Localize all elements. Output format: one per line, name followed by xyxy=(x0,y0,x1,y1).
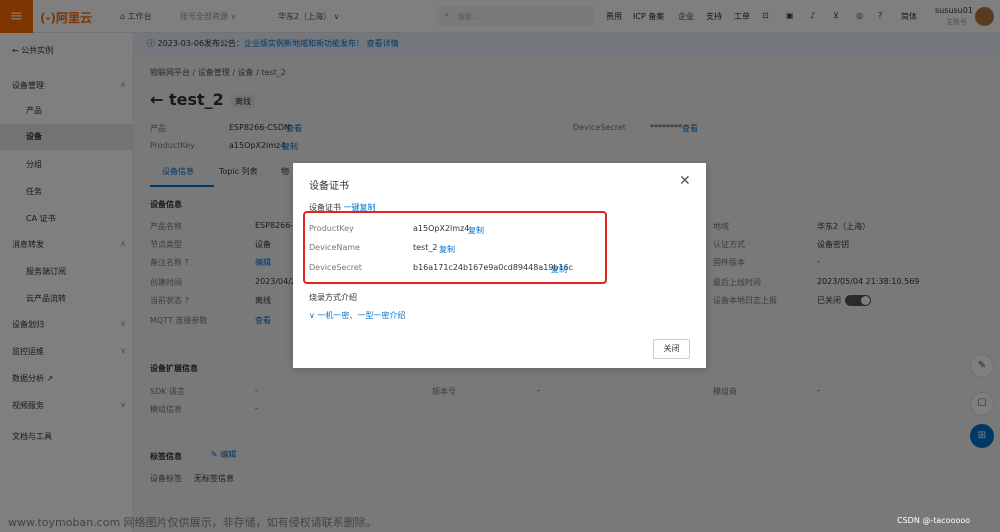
modal-ds-label: DeviceSecret xyxy=(309,263,362,272)
modal-ds-value: b16a171c24b167e9a0cd89448a19b16c xyxy=(413,263,574,272)
modal-title: 设备证书 xyxy=(309,181,349,192)
certificate-modal: 设备证书 ✕ 设备证书 一键复制 ProductKey a15OpX2lmz4 … xyxy=(293,163,706,368)
modal-pk-copy[interactable]: 复制 xyxy=(468,225,484,236)
burn-method-title: 烧录方式介绍 xyxy=(309,293,357,302)
modal-ds-copy[interactable]: 复制 xyxy=(551,264,567,275)
modal-pk-label: ProductKey xyxy=(309,224,354,233)
close-button[interactable]: 关闭 xyxy=(653,339,690,359)
close-icon[interactable]: ✕ xyxy=(679,173,691,189)
credit: CSDN @-tacooooo xyxy=(897,516,971,525)
modal-pk-value: a15OpX2lmz4 xyxy=(413,224,470,233)
watermark: www.toymoban.com 网络图片仅供展示，非存储，如有侵权请联系删除。 xyxy=(8,516,377,529)
modal-dn-copy[interactable]: 复制 xyxy=(439,244,455,255)
burn-method-link[interactable]: ∨ 一机一密、一型一密介绍 xyxy=(309,310,405,321)
modal-dn-label: DeviceName xyxy=(309,243,360,252)
modal-dn-value: test_2 xyxy=(413,243,438,252)
